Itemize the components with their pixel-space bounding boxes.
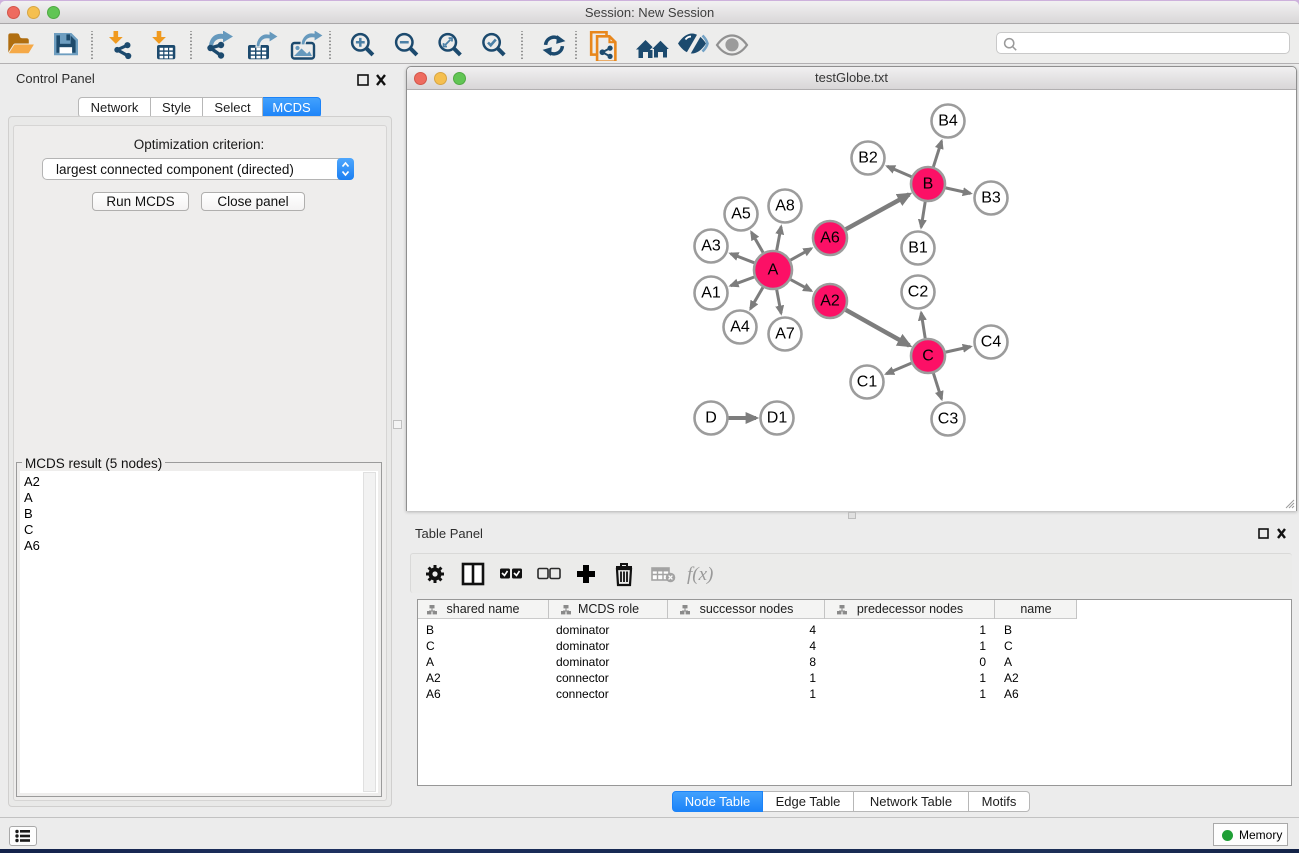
svg-text:D: D (705, 410, 717, 427)
svg-text:A4: A4 (730, 319, 750, 336)
svg-text:A8: A8 (775, 198, 795, 215)
svg-text:A5: A5 (731, 206, 751, 223)
svg-text:C: C (922, 348, 934, 365)
svg-text:B4: B4 (938, 113, 958, 130)
svg-text:C1: C1 (857, 374, 878, 391)
svg-text:C4: C4 (981, 334, 1002, 351)
svg-text:D1: D1 (767, 410, 788, 427)
svg-text:A6: A6 (820, 230, 840, 247)
svg-text:A3: A3 (701, 238, 721, 255)
svg-text:A2: A2 (820, 293, 840, 310)
svg-text:A1: A1 (701, 285, 721, 302)
svg-text:f(x): f(x) (687, 564, 713, 585)
svg-text:B: B (923, 176, 934, 193)
svg-text:A7: A7 (775, 326, 795, 343)
svg-text:B2: B2 (858, 150, 878, 167)
svg-text:C2: C2 (908, 284, 929, 301)
svg-text:B1: B1 (908, 240, 928, 257)
svg-text:C3: C3 (938, 411, 959, 428)
svg-text:A: A (768, 262, 779, 279)
svg-text:B3: B3 (981, 190, 1001, 207)
